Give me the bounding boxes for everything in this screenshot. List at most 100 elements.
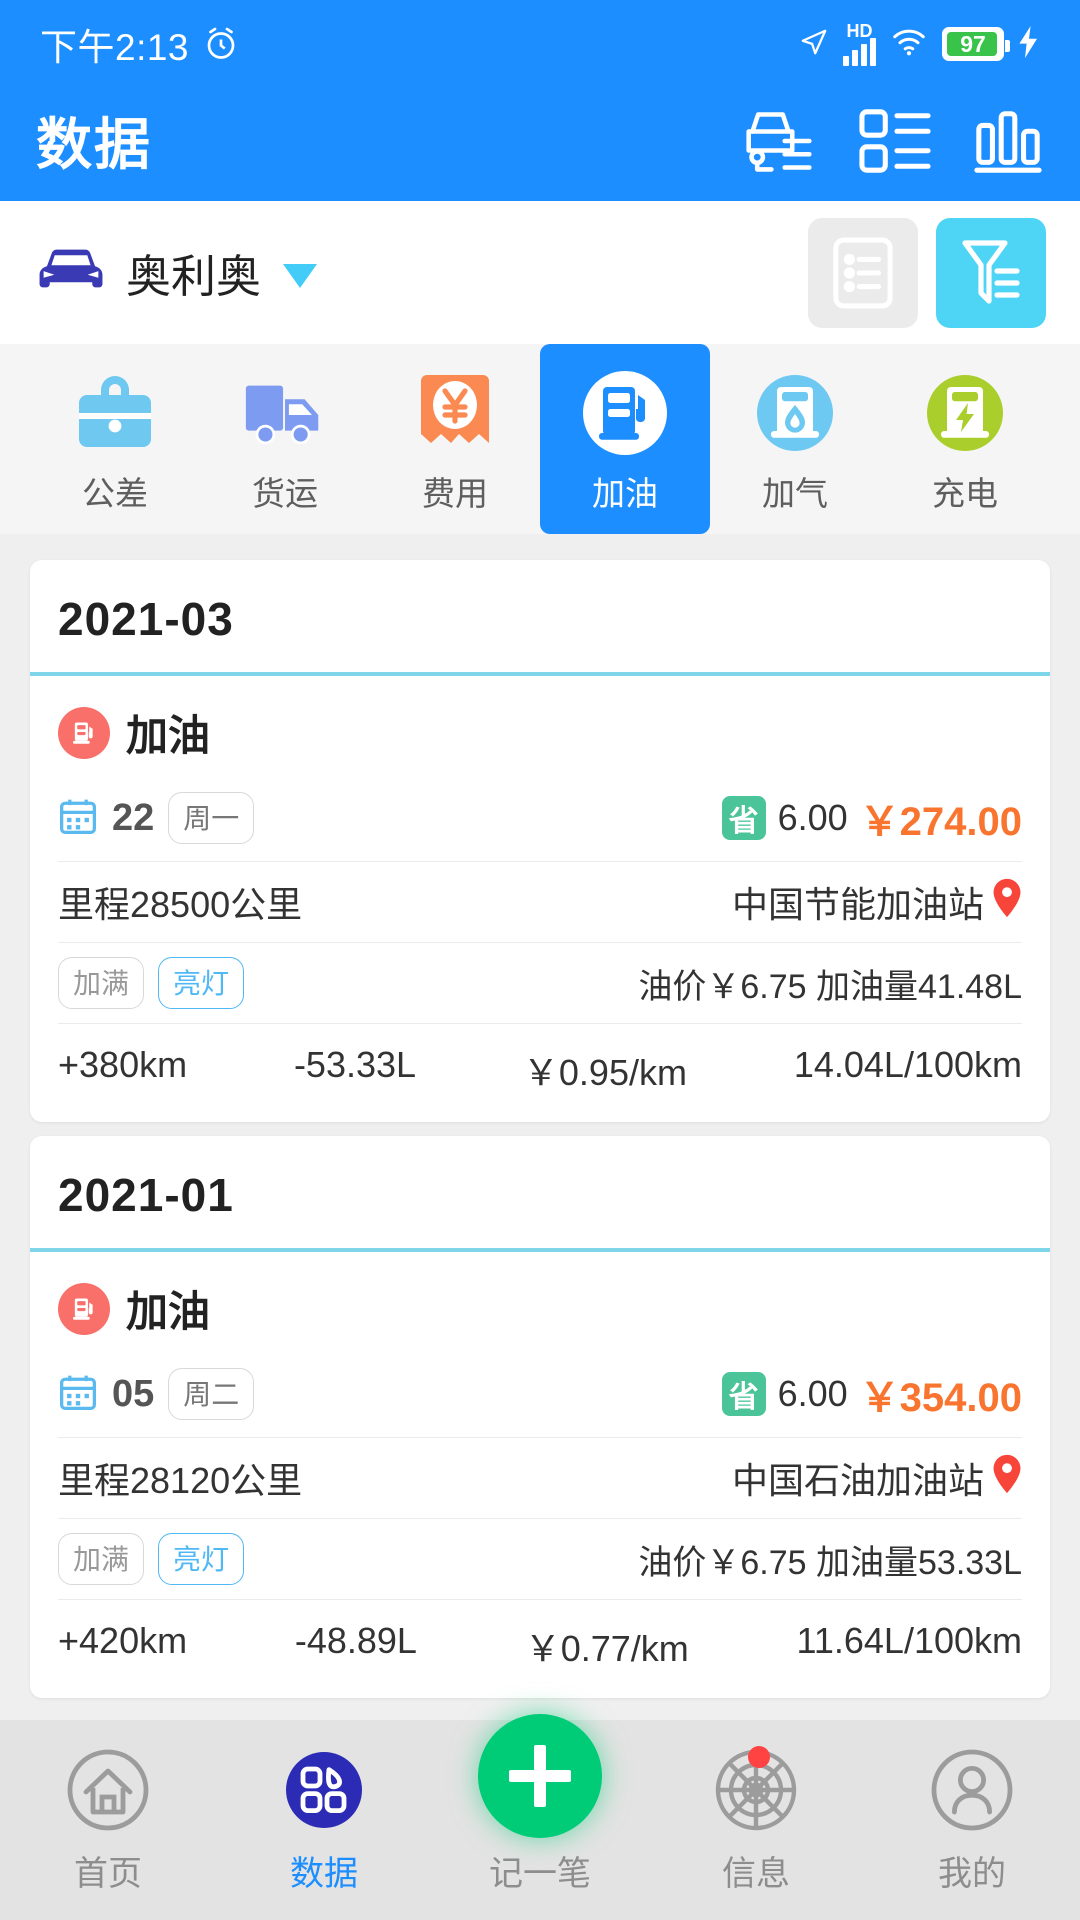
- record-station: 中国节能加油站: [732, 876, 1022, 928]
- fuel-pump-icon: [58, 1282, 110, 1335]
- record-date-amount-row: 05 周二 省 6.00 ￥354.00: [58, 1351, 1022, 1438]
- tab-label: 信息: [722, 1855, 790, 1893]
- record-type: 加油: [58, 1252, 1022, 1351]
- record-tag: 加满: [58, 957, 145, 1009]
- category-label: 费用: [422, 475, 488, 512]
- record-item[interactable]: 加油: [30, 676, 1050, 1112]
- record-day: 05: [112, 1372, 155, 1415]
- app-bar: 数据: [0, 88, 1080, 201]
- record-stat: -48.89L: [294, 1620, 417, 1661]
- home-icon: [64, 1742, 152, 1838]
- records-list[interactable]: 2021-03 加油 22 周一 省 6.00 ￥274.00 里程28500公…: [0, 534, 1080, 1720]
- map-pin-icon: [992, 878, 1022, 927]
- alarm-clock-icon: [203, 26, 239, 62]
- filter-icon[interactable]: [936, 217, 1046, 328]
- add-record-fab[interactable]: [478, 1714, 602, 1838]
- tab-label: 记一笔: [489, 1855, 591, 1893]
- fuel-pump-icon: [58, 706, 110, 759]
- list-toggle-icon[interactable]: [808, 217, 918, 328]
- category-tab-jiayou[interactable]: 加油: [540, 344, 710, 534]
- record-fuel-info: 油价￥6.75 加油量53.33L: [638, 1543, 1022, 1582]
- tab-label: 我的: [938, 1855, 1006, 1893]
- briefcase-icon: [67, 365, 163, 461]
- month-label: 2021-03: [30, 560, 1050, 676]
- month-card[interactable]: 2021-03 加油 22 周一 省 6.00 ￥274.00 里程28500公…: [30, 560, 1050, 1122]
- bar-chart-icon[interactable]: [972, 106, 1044, 176]
- tab-messages[interactable]: 信息: [656, 1742, 856, 1895]
- category-label: 加气: [762, 475, 828, 512]
- category-tab-gongcha[interactable]: 公差: [30, 344, 200, 534]
- truck-icon: [237, 365, 333, 461]
- vehicle-selector-row: 奥利奥: [0, 201, 1080, 344]
- record-type-label: 加油: [126, 712, 211, 759]
- month-card[interactable]: 2021-01 加油 05 周二 省 6.00 ￥354.00 里程28120公…: [30, 1136, 1050, 1698]
- save-amount: 6.00: [777, 1373, 848, 1414]
- plus-icon: [478, 1714, 602, 1838]
- category-tab-feiyong[interactable]: 费用: [370, 344, 540, 534]
- record-stat: ￥0.77/km: [524, 1628, 689, 1669]
- tab-profile[interactable]: 我的: [872, 1742, 1072, 1895]
- status-bar-left: 下午2:13: [40, 17, 239, 71]
- category-tab-chongdian[interactable]: 充电: [880, 344, 1050, 534]
- list-view-icon[interactable]: [858, 106, 932, 176]
- view-toggle-group: [808, 217, 1046, 328]
- save-badge: 省: [721, 796, 766, 840]
- charging-station-icon: [917, 365, 1013, 461]
- tab-label: 首页: [74, 1855, 142, 1893]
- app-bar-actions: [740, 105, 1044, 177]
- record-amount: 省 6.00 ￥354.00: [721, 1365, 1022, 1423]
- vehicle-selector[interactable]: 奥利奥: [34, 240, 318, 305]
- record-weekday: 周一: [168, 792, 255, 844]
- tab-label: 数据: [290, 1855, 358, 1893]
- category-tab-huoyun[interactable]: 货运: [200, 344, 370, 534]
- save-amount: 6.00: [777, 797, 848, 838]
- save-badge: 省: [721, 1372, 766, 1416]
- record-date: 22 周一: [58, 792, 255, 844]
- tab-data[interactable]: 数据: [224, 1742, 424, 1895]
- radar-icon: [712, 1742, 800, 1838]
- category-label: 公差: [82, 475, 148, 512]
- record-date: 05 周二: [58, 1368, 255, 1420]
- record-stat: 11.64L/100km: [796, 1620, 1023, 1661]
- category-label: 货运: [252, 475, 318, 512]
- record-type-label: 加油: [126, 1288, 211, 1335]
- map-pin-icon: [992, 1454, 1022, 1503]
- battery-indicator: 97: [942, 27, 1010, 61]
- record-tags-fuel-row: 加满 亮灯 油价￥6.75 加油量41.48L: [58, 943, 1022, 1024]
- tab-add-record[interactable]: 记一笔: [440, 1714, 640, 1895]
- category-tab-jiaqi[interactable]: 加气: [710, 344, 880, 534]
- status-bar-right: HD 97: [799, 22, 1040, 66]
- record-mileage: 里程28120公里: [58, 1460, 303, 1501]
- record-stats: +380km -53.33L ￥0.95/km 14.04L/100km: [58, 1024, 1022, 1112]
- receipt-yuan-icon: [407, 365, 503, 461]
- record-station-name: 中国节能加油站: [731, 884, 984, 925]
- category-tabs: 公差 货运 费用 加油 加气 充电: [0, 344, 1080, 534]
- page-title: 数据: [36, 113, 152, 176]
- fuel-pump-icon: [577, 365, 673, 461]
- record-item[interactable]: 加油: [30, 1252, 1050, 1688]
- gas-pump-icon: [747, 365, 843, 461]
- status-time: 下午2:13: [40, 27, 190, 68]
- record-fuel-info: 油价￥6.75 加油量41.48L: [638, 967, 1022, 1006]
- record-day: 22: [112, 796, 155, 839]
- record-tag: 亮灯: [158, 957, 245, 1009]
- location-arrow-icon: [799, 27, 829, 62]
- vehicle-record-icon[interactable]: [740, 105, 818, 177]
- record-tags: 加满 亮灯: [58, 1533, 245, 1585]
- record-mileage-station-row: 里程28120公里 中国石油加油站: [58, 1438, 1022, 1519]
- record-station-name: 中国石油加油站: [731, 1460, 984, 1501]
- record-type: 加油: [58, 676, 1022, 775]
- record-mileage-station-row: 里程28500公里 中国节能加油站: [58, 862, 1022, 943]
- calendar-icon: [58, 1372, 98, 1417]
- tab-home[interactable]: 首页: [8, 1742, 208, 1895]
- record-stats: +420km -48.89L ￥0.77/km 11.64L/100km: [58, 1600, 1022, 1688]
- wifi-icon: [890, 27, 928, 62]
- battery-percent: 97: [960, 30, 986, 57]
- category-label: 充电: [932, 475, 998, 512]
- status-bar: 下午2:13 HD 97: [0, 0, 1080, 88]
- record-stat: +420km: [58, 1620, 188, 1661]
- cellular-signal-icon: HD: [843, 22, 876, 66]
- record-price: ￥354.00: [859, 1376, 1022, 1420]
- category-label: 加油: [592, 475, 658, 512]
- vehicle-name: 奥利奥: [126, 251, 262, 302]
